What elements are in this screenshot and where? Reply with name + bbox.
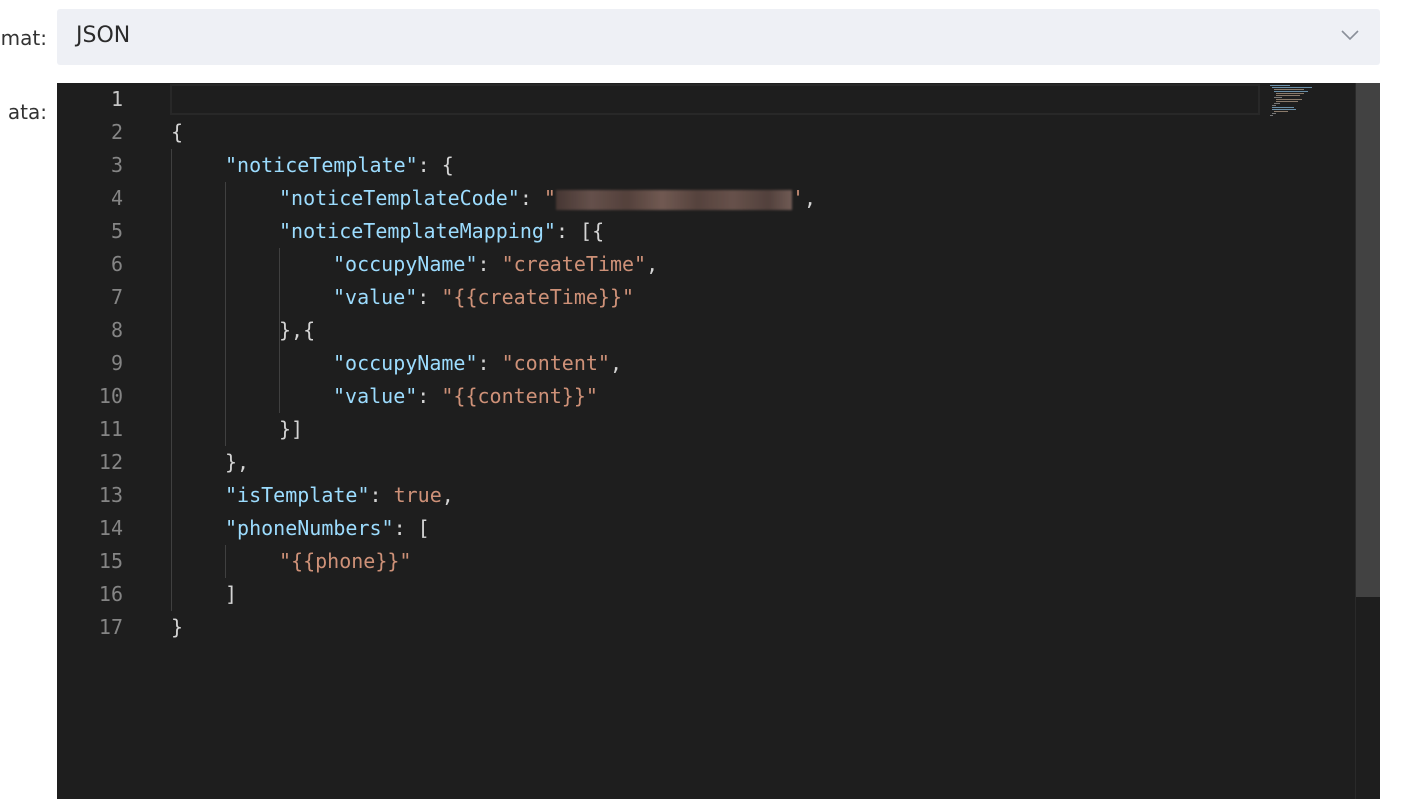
code-line: "noticeTemplateMapping": [{	[279, 215, 604, 248]
code-token: ,	[441, 483, 454, 507]
line-number: 14	[98, 516, 123, 540]
code-line: "occupyName": "content",	[333, 347, 622, 380]
code-line: "phoneNumbers": [	[225, 512, 430, 545]
redacted-value	[555, 189, 792, 210]
code-token: }]	[279, 417, 304, 441]
code-line: "{{phone}}"	[279, 545, 411, 578]
code-token: }	[171, 615, 184, 639]
code-line: {	[171, 116, 183, 149]
code-line: "noticeTemplate": {	[225, 149, 454, 182]
scrollbar-thumb[interactable]	[1356, 83, 1380, 597]
data-label: ata:	[7, 100, 47, 124]
code-token: "value"	[333, 285, 418, 309]
code-token: "noticeTemplateCode"	[279, 186, 520, 210]
line-number: 6	[110, 252, 123, 276]
code-token: : [	[393, 516, 430, 540]
line-number: 13	[98, 483, 123, 507]
code-line: ]	[225, 578, 237, 611]
code-token: "	[543, 186, 556, 210]
code-line: },	[225, 446, 249, 479]
code-token: "occupyName"	[333, 351, 478, 375]
code-token: {	[171, 120, 184, 144]
code-token: ,	[646, 252, 659, 276]
code-line: "occupyName": "createTime",	[333, 248, 658, 281]
code-token: "{{phone}}"	[279, 549, 412, 573]
chevron-down-icon	[1341, 30, 1359, 41]
vertical-scrollbar[interactable]	[1355, 83, 1380, 799]
line-number: 17	[98, 615, 123, 639]
code-token: : {	[417, 153, 454, 177]
code-token: ]	[225, 582, 238, 606]
code-token: :	[477, 351, 502, 375]
line-number: 10	[98, 384, 123, 408]
line-number: 2	[110, 120, 123, 144]
code-token: },{	[279, 318, 316, 342]
line-number: 4	[110, 186, 123, 210]
code-token: "phoneNumbers"	[225, 516, 394, 540]
line-number: 9	[110, 351, 123, 375]
code-editor[interactable]: 1 2 3 4 5 6 7 8 9 10 11 12 13 14 15 16 17 {"noticeTempla…	[57, 83, 1380, 799]
code-token: "createTime"	[501, 252, 647, 276]
line-number: 16	[98, 582, 123, 606]
code-token: true	[393, 483, 442, 507]
line-number: 7	[110, 285, 123, 309]
format-label: mat:	[0, 26, 47, 50]
code-token: "noticeTemplate"	[225, 153, 418, 177]
line-number: 1	[110, 87, 123, 111]
code-token: '	[791, 186, 805, 210]
code-token: "value"	[333, 384, 418, 408]
code-line: "value": "{{content}}"	[333, 380, 598, 413]
code-token: "content"	[501, 351, 610, 375]
minimap[interactable]	[1268, 83, 1338, 123]
code-line: }	[171, 611, 183, 644]
indent-guide	[225, 182, 226, 446]
code-token: : [{	[555, 219, 605, 243]
code-line: }]	[279, 413, 303, 446]
current-line-highlight	[170, 84, 1260, 115]
indent-guide	[171, 149, 172, 611]
format-select-value: JSON	[76, 23, 131, 48]
code-token: },	[225, 450, 250, 474]
code-token: "{{content}}"	[441, 384, 598, 408]
code-token: "isTemplate"	[225, 483, 370, 507]
code-token: :	[477, 252, 502, 276]
code-token: ,	[804, 186, 817, 210]
line-number: 12	[98, 450, 123, 474]
code-token: "noticeTemplateMapping"	[279, 219, 556, 243]
code-token: :	[417, 285, 442, 309]
code-token: :	[417, 384, 442, 408]
line-number: 11	[98, 417, 123, 441]
line-number: 3	[110, 153, 123, 177]
code-line: "value": "{{createTime}}"	[333, 281, 634, 314]
code-token: "{{createTime}}"	[441, 285, 635, 309]
code-line: "noticeTemplateCode": " ',	[279, 182, 816, 215]
format-select[interactable]: JSON	[57, 9, 1380, 65]
indent-guide	[279, 248, 280, 413]
code-line: "isTemplate": true,	[225, 479, 454, 512]
line-number: 5	[110, 219, 123, 243]
code-token: :	[519, 186, 544, 210]
line-number: 8	[110, 318, 123, 342]
code-token: "occupyName"	[333, 252, 478, 276]
code-token: :	[369, 483, 394, 507]
code-line: },{	[279, 314, 315, 347]
line-number: 15	[98, 549, 123, 573]
code-token: ,	[609, 351, 623, 375]
indent-guide	[225, 545, 226, 578]
